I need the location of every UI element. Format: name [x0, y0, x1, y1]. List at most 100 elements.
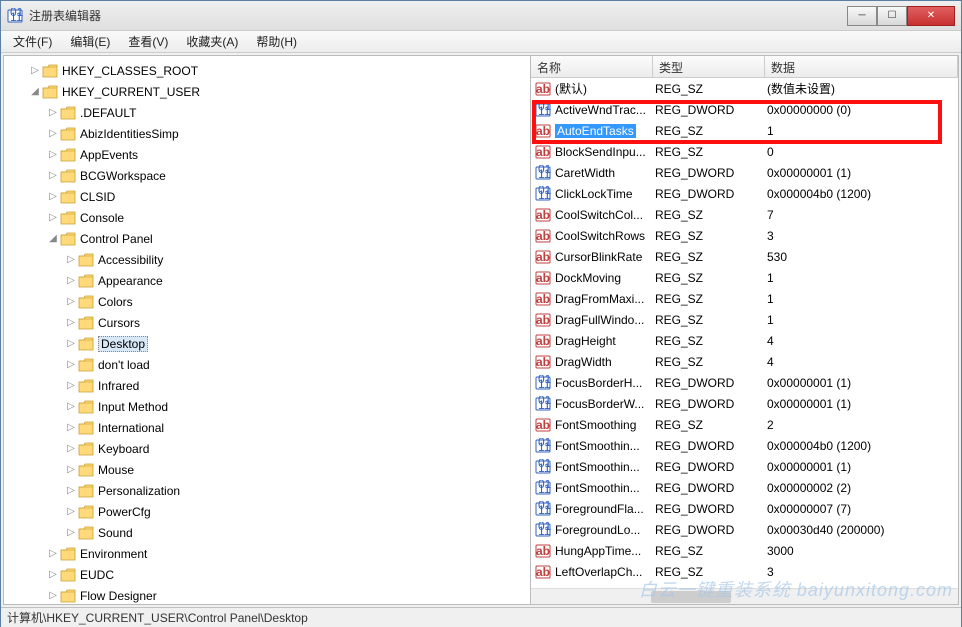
- expander-icon[interactable]: ▷: [28, 65, 42, 76]
- list-header[interactable]: 名称 类型 数据: [531, 56, 958, 78]
- list-row[interactable]: DragHeightREG_SZ4: [531, 330, 958, 351]
- tree-hkcu[interactable]: ◢HKEY_CURRENT_USER: [10, 81, 530, 102]
- tree-cp-child-1[interactable]: ▷Appearance: [10, 270, 530, 291]
- tree-label: Console: [80, 211, 124, 225]
- tree-cp-child-12[interactable]: ▷PowerCfg: [10, 501, 530, 522]
- list-row[interactable]: FontSmoothin...REG_DWORD0x000004b0 (1200…: [531, 435, 958, 456]
- tree-cp-child-3[interactable]: ▷Cursors: [10, 312, 530, 333]
- tree-cp-child-5[interactable]: ▷don't load: [10, 354, 530, 375]
- value-data: 0x00000001 (1): [767, 460, 958, 474]
- tree-hkcu-child-4[interactable]: ▷CLSID: [10, 186, 530, 207]
- maximize-button[interactable]: ☐: [877, 6, 907, 26]
- list-body[interactable]: (默认)REG_SZ(数值未设置)ActiveWndTrac...REG_DWO…: [531, 78, 958, 588]
- tree-cp-child-0[interactable]: ▷Accessibility: [10, 249, 530, 270]
- expander-icon[interactable]: ▷: [46, 149, 60, 160]
- expander-icon[interactable]: ▷: [64, 401, 78, 412]
- expander-icon[interactable]: ▷: [64, 506, 78, 517]
- list-row[interactable]: FontSmoothin...REG_DWORD0x00000001 (1): [531, 456, 958, 477]
- expander-icon[interactable]: ▷: [46, 191, 60, 202]
- menu-view[interactable]: 查看(V): [120, 31, 176, 52]
- column-type[interactable]: 类型: [653, 56, 765, 77]
- tree-after-cp-1[interactable]: ▷EUDC: [10, 564, 530, 585]
- tree-cp-child-7[interactable]: ▷Input Method: [10, 396, 530, 417]
- list-row[interactable]: FocusBorderH...REG_DWORD0x00000001 (1): [531, 372, 958, 393]
- expander-icon[interactable]: ▷: [64, 296, 78, 307]
- list-row[interactable]: (默认)REG_SZ(数值未设置): [531, 78, 958, 99]
- titlebar[interactable]: 注册表编辑器 ─ ☐ ✕: [1, 1, 961, 31]
- expander-icon[interactable]: ▷: [46, 107, 60, 118]
- list-row[interactable]: LeftOverlapCh...REG_SZ3: [531, 561, 958, 582]
- list-row[interactable]: CoolSwitchCol...REG_SZ7: [531, 204, 958, 225]
- tree-cp-child-4[interactable]: ▷ Desktop: [10, 333, 530, 354]
- expander-icon[interactable]: ▷: [64, 317, 78, 328]
- tree-cp-child-11[interactable]: ▷Personalization: [10, 480, 530, 501]
- tree-cp-child-9[interactable]: ▷Keyboard: [10, 438, 530, 459]
- expander-icon[interactable]: ▷: [64, 527, 78, 538]
- folder-icon: [78, 505, 94, 519]
- tree-pane[interactable]: ▷HKEY_CLASSES_ROOT◢HKEY_CURRENT_USER▷.DE…: [4, 56, 531, 604]
- menu-help[interactable]: 帮助(H): [248, 31, 305, 52]
- expander-icon[interactable]: ▷: [64, 338, 78, 349]
- value-type: REG_SZ: [655, 124, 767, 138]
- list-row[interactable]: AutoEndTasksREG_SZ1: [531, 120, 958, 141]
- expander-icon[interactable]: ◢: [28, 86, 42, 97]
- tree-label: Desktop: [98, 336, 148, 352]
- tree-cp-child-6[interactable]: ▷Infrared: [10, 375, 530, 396]
- list-row[interactable]: CoolSwitchRowsREG_SZ3: [531, 225, 958, 246]
- list-row[interactable]: DragFromMaxi...REG_SZ1: [531, 288, 958, 309]
- expander-icon[interactable]: ▷: [46, 548, 60, 559]
- tree-hkcu-child-0[interactable]: ▷.DEFAULT: [10, 102, 530, 123]
- tree-cp-child-8[interactable]: ▷International: [10, 417, 530, 438]
- menu-file[interactable]: 文件(F): [5, 31, 60, 52]
- list-row[interactable]: CursorBlinkRateREG_SZ530: [531, 246, 958, 267]
- tree-hkcu-child-1[interactable]: ▷AbizIdentitiesSimp: [10, 123, 530, 144]
- scrollbar-thumb[interactable]: [651, 591, 731, 603]
- tree-hkcu-child-2[interactable]: ▷AppEvents: [10, 144, 530, 165]
- expander-icon[interactable]: ▷: [46, 212, 60, 223]
- tree-hkcu-child-5[interactable]: ▷ Console: [10, 207, 530, 228]
- list-row[interactable]: FontSmoothin...REG_DWORD0x00000002 (2): [531, 477, 958, 498]
- list-row[interactable]: BlockSendInpu...REG_SZ0: [531, 141, 958, 162]
- column-data[interactable]: 数据: [765, 56, 958, 77]
- list-row[interactable]: FocusBorderW...REG_DWORD0x00000001 (1): [531, 393, 958, 414]
- tree-after-cp-0[interactable]: ▷Environment: [10, 543, 530, 564]
- expander-icon[interactable]: ▷: [46, 170, 60, 181]
- list-row[interactable]: DragFullWindo...REG_SZ1: [531, 309, 958, 330]
- value-name: CaretWidth: [555, 166, 655, 180]
- tree-hkcu-child-3[interactable]: ▷BCGWorkspace: [10, 165, 530, 186]
- value-name: CursorBlinkRate: [555, 250, 655, 264]
- tree-control-panel[interactable]: ◢Control Panel: [10, 228, 530, 249]
- tree-cp-child-13[interactable]: ▷Sound: [10, 522, 530, 543]
- list-row[interactable]: HungAppTime...REG_SZ3000: [531, 540, 958, 561]
- expander-icon[interactable]: ▷: [64, 464, 78, 475]
- minimize-button[interactable]: ─: [847, 6, 877, 26]
- menu-edit[interactable]: 编辑(E): [62, 31, 118, 52]
- list-row[interactable]: DragWidthREG_SZ4: [531, 351, 958, 372]
- tree-cp-child-10[interactable]: ▷Mouse: [10, 459, 530, 480]
- close-button[interactable]: ✕: [907, 6, 955, 26]
- list-row[interactable]: ForegroundLo...REG_DWORD0x00030d40 (2000…: [531, 519, 958, 540]
- expander-icon[interactable]: ◢: [46, 233, 60, 244]
- tree-hkcr[interactable]: ▷HKEY_CLASSES_ROOT: [10, 60, 530, 81]
- menu-favorites[interactable]: 收藏夹(A): [178, 31, 246, 52]
- list-row[interactable]: CaretWidthREG_DWORD0x00000001 (1): [531, 162, 958, 183]
- expander-icon[interactable]: ▷: [46, 590, 60, 601]
- expander-icon[interactable]: ▷: [64, 485, 78, 496]
- tree-cp-child-2[interactable]: ▷Colors: [10, 291, 530, 312]
- column-name[interactable]: 名称: [531, 56, 653, 77]
- expander-icon[interactable]: ▷: [64, 380, 78, 391]
- expander-icon[interactable]: ▷: [64, 254, 78, 265]
- tree-after-cp-2[interactable]: ▷Flow Designer: [10, 585, 530, 604]
- expander-icon[interactable]: ▷: [64, 443, 78, 454]
- list-row[interactable]: ForegroundFla...REG_DWORD0x00000007 (7): [531, 498, 958, 519]
- horizontal-scrollbar[interactable]: [531, 588, 958, 604]
- list-row[interactable]: ActiveWndTrac...REG_DWORD0x00000000 (0): [531, 99, 958, 120]
- list-row[interactable]: DockMovingREG_SZ1: [531, 267, 958, 288]
- list-row[interactable]: ClickLockTimeREG_DWORD0x000004b0 (1200): [531, 183, 958, 204]
- expander-icon[interactable]: ▷: [46, 128, 60, 139]
- expander-icon[interactable]: ▷: [64, 275, 78, 286]
- expander-icon[interactable]: ▷: [64, 359, 78, 370]
- expander-icon[interactable]: ▷: [46, 569, 60, 580]
- list-row[interactable]: FontSmoothingREG_SZ2: [531, 414, 958, 435]
- expander-icon[interactable]: ▷: [64, 422, 78, 433]
